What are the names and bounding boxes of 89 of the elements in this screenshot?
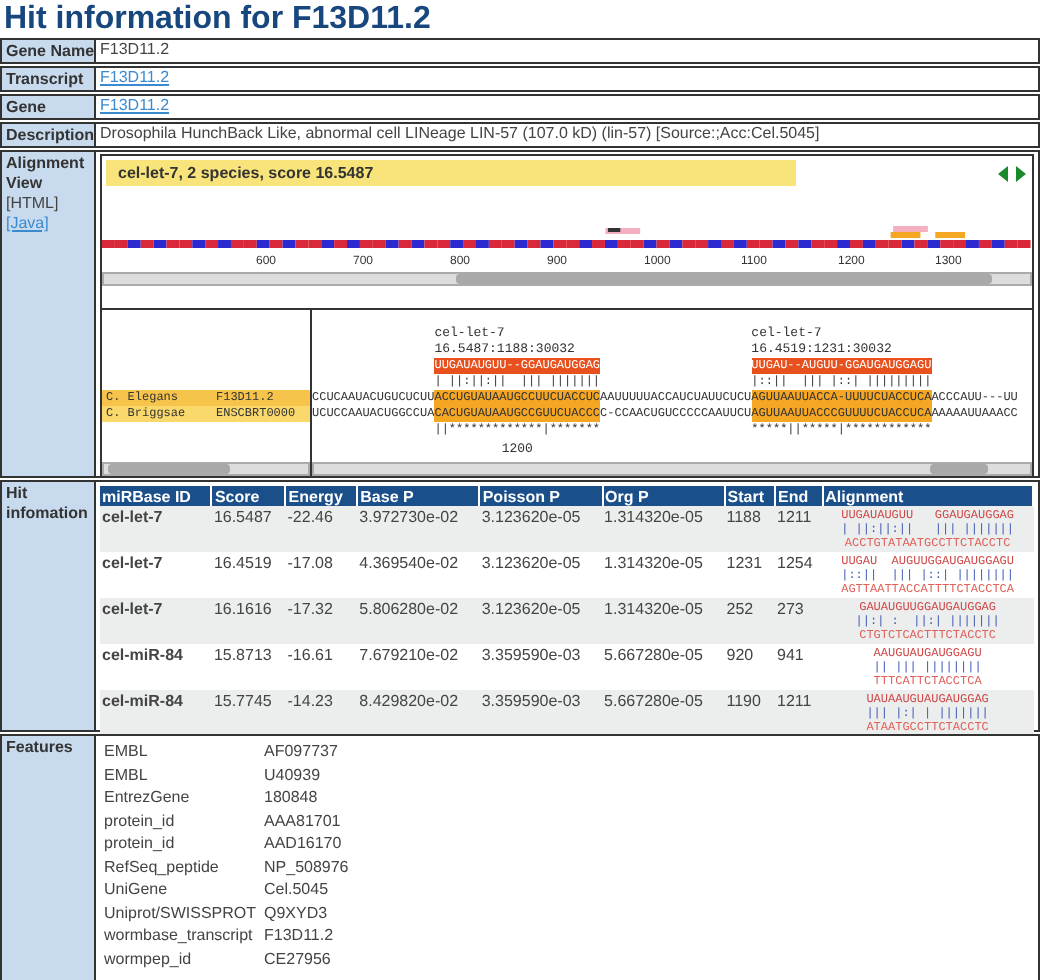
feature-key: Uniprot/SWISSPROT	[104, 901, 264, 924]
table-cell: 3.123620e-05	[479, 506, 603, 552]
table-cell: cel-miR-84	[100, 690, 212, 736]
scroll-bar[interactable]	[102, 462, 310, 476]
view-link[interactable]: [Java]	[6, 214, 49, 234]
view-format-text: [HTML]	[6, 194, 61, 214]
table-cell: 5.667280e-05	[602, 690, 725, 736]
table-cell: 1.314320e-05	[602, 506, 725, 552]
column-header: miRBase ID	[100, 486, 212, 506]
table-cell: -17.32	[285, 598, 358, 644]
label-text: Gene Name	[6, 42, 90, 62]
feature-value: F13D11.2	[264, 924, 336, 947]
table-cell: 3.972730e-02	[357, 506, 480, 552]
table-cell: 3.359590e-03	[479, 644, 603, 690]
table-cell: 1231	[724, 552, 776, 598]
table-cell: cel-miR-84	[100, 644, 212, 690]
feature-key: EMBL	[104, 763, 264, 786]
table-cell: 941	[775, 644, 823, 690]
table-cell: 1.314320e-05	[602, 552, 725, 598]
feature-key: wormbase_transcript	[104, 924, 264, 947]
table-cell: cel-let-7	[100, 552, 212, 598]
label-text: Description	[6, 126, 90, 146]
table-cell: -16.61	[285, 644, 358, 690]
column-header: Alignment	[822, 486, 1033, 506]
column-header: Score	[211, 486, 286, 506]
table-cell: 3.359590e-03	[479, 690, 603, 736]
feature-value: AAD16170	[264, 832, 344, 855]
column-header: Poisson P	[479, 486, 603, 506]
table-cell: 3.123620e-05	[479, 552, 603, 598]
field-value: F13D11.2	[100, 40, 172, 60]
gene-link[interactable]: F13D11.2	[100, 68, 170, 88]
gene-link[interactable]: F13D11.2	[100, 96, 170, 116]
table-cell: 15.8713	[211, 644, 286, 690]
table-cell: 16.5487	[211, 506, 286, 552]
label-text: Gene	[6, 98, 49, 118]
table-cell: 5.667280e-05	[602, 644, 725, 690]
feature-value: AF097737	[264, 740, 340, 763]
column-header: End	[775, 486, 823, 506]
label-text: Transcript	[6, 70, 86, 90]
feature-value: Cel.5045	[264, 878, 331, 901]
alignment-banner: cel-let-7, 2 species, score 16.5487	[106, 160, 796, 186]
table-cell: 8.429820e-02	[357, 690, 480, 736]
feature-key: RefSeq_peptide	[104, 855, 264, 878]
table-cell: 16.1616	[211, 598, 286, 644]
feature-key: wormpep_id	[104, 947, 264, 970]
table-cell: cel-let-7	[100, 506, 212, 552]
feature-key: protein_id	[104, 809, 264, 832]
feature-key: EntrezGene	[104, 786, 264, 809]
table-cell: 920	[724, 644, 776, 690]
feature-value: U40939	[264, 763, 323, 786]
table-cell: 16.4519	[211, 552, 286, 598]
feature-value: NP_508976	[264, 855, 351, 878]
feature-value: AAA81701	[264, 809, 343, 832]
scroll-bar[interactable]	[102, 272, 1032, 286]
table-cell: 1211	[775, 690, 823, 736]
table-cell: -14.23	[285, 690, 358, 736]
page-title: Hit information for F13D11.2	[2, 0, 433, 38]
table-cell: -22.46	[285, 506, 358, 552]
next-arrow-icon[interactable]	[1016, 165, 1026, 181]
scroll-bar[interactable]	[312, 462, 1032, 476]
table-cell: cel-let-7	[100, 598, 212, 644]
label-text: Features	[6, 738, 75, 758]
table-cell: 273	[775, 598, 823, 644]
table-cell: 1.314320e-05	[602, 598, 725, 644]
table-cell: 4.369540e-02	[357, 552, 480, 598]
table-cell: 5.806280e-02	[357, 598, 480, 644]
table-cell: 1254	[775, 552, 823, 598]
feature-key: EMBL	[104, 740, 264, 763]
label-text: Hit infomation	[6, 484, 90, 524]
table-cell: 3.123620e-05	[479, 598, 603, 644]
table-cell: 1211	[775, 506, 823, 552]
table-cell: 1188	[724, 506, 776, 552]
column-header: Base P	[357, 486, 480, 506]
feature-value: CE27956	[264, 947, 333, 970]
table-cell: 15.7745	[211, 690, 286, 736]
label-text: Alignment View	[6, 154, 87, 194]
feature-value: 180848	[264, 786, 320, 809]
previous-arrow-icon[interactable]	[998, 165, 1008, 181]
table-cell: 1190	[724, 690, 776, 736]
table-cell: 252	[724, 598, 776, 644]
column-header: Start	[724, 486, 776, 506]
feature-value: Q9XYD3	[264, 901, 330, 924]
feature-key: UniGene	[104, 878, 264, 901]
column-header: Energy	[285, 486, 358, 506]
table-cell: -17.08	[285, 552, 358, 598]
field-value: Drosophila HunchBack Like, abnormal cell LINeage LIN-57 (107.0 kD) (lin-57) [Source:;Acc:Cel.5045]	[100, 124, 822, 144]
column-header: Org P	[602, 486, 725, 506]
table-cell: 7.679210e-02	[357, 644, 480, 690]
feature-key: protein_id	[104, 832, 264, 855]
